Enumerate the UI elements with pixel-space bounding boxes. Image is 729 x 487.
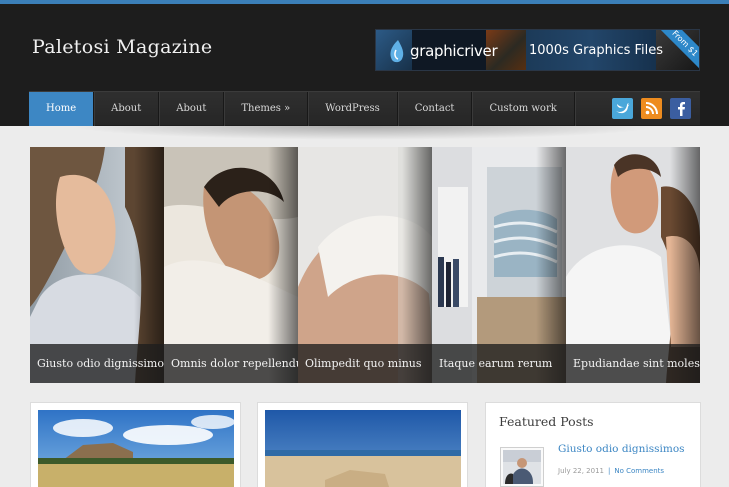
slider-panel[interactable]: Epudiandae sint molestiae (566, 147, 700, 383)
post-thumbnail[interactable] (265, 410, 461, 487)
post-comments-link[interactable]: No Comments (614, 467, 664, 475)
facebook-icon[interactable] (670, 98, 691, 119)
post-card[interactable] (257, 402, 468, 487)
slide-caption[interactable]: Giusto odio dignissimos (30, 344, 164, 383)
rss-icon[interactable] (641, 98, 662, 119)
slide-caption[interactable]: Omnis dolor repellendus (164, 344, 298, 383)
nav-item-contact[interactable]: Contact (398, 92, 473, 126)
social-links (612, 98, 691, 119)
post-thumbnail[interactable] (38, 410, 234, 487)
nav-item-themes[interactable]: Themes » (224, 92, 309, 126)
featured-post-photo (503, 450, 541, 484)
featured-post-title[interactable]: Giusto odio dignissimos (558, 443, 685, 455)
featured-post-meta: July 22, 2011 | No Comments (558, 467, 665, 475)
graphicriver-logo-icon (390, 40, 404, 63)
post-date: July 22, 2011 (558, 467, 604, 475)
nav-item-custom-work[interactable]: Custom work (472, 92, 575, 126)
banner-tagline: 1000s Graphics Files (529, 43, 664, 58)
slide-caption[interactable]: Itaque earum rerum (432, 344, 566, 383)
post-card[interactable] (30, 402, 241, 487)
slider-panel[interactable]: Omnis dolor repellendus (164, 147, 298, 383)
featured-posts-widget: Featured Posts Giusto odio dignissimos J… (485, 402, 701, 487)
banner-brand: graphicriver (410, 42, 498, 60)
slide-caption[interactable]: Epudiandae sint molestiae (566, 344, 700, 383)
slider-panel[interactable]: Itaque earum rerum (432, 147, 566, 383)
slider-panel[interactable]: Giusto odio dignissimos (30, 147, 164, 383)
slide-caption[interactable]: Olimpedit quo minus (298, 344, 432, 383)
featured-slider: Giusto odio dignissimos Omnis dolor repe… (30, 147, 700, 383)
twitter-icon[interactable] (612, 98, 633, 119)
nav-item-about[interactable]: About (94, 92, 160, 126)
nav-item-wordpress[interactable]: WordPress (308, 92, 398, 126)
nav-shadow (70, 126, 660, 140)
main-navigation: Home About About Themes » WordPress Cont… (29, 91, 700, 126)
graphicriver-ad-banner[interactable]: graphicriver 1000s Graphics Files From $… (375, 29, 700, 71)
site-title[interactable]: Paletosi Magazine (32, 36, 212, 58)
nav-item-home[interactable]: Home (29, 92, 95, 126)
featured-post-thumbnail[interactable] (500, 447, 544, 487)
widget-title: Featured Posts (499, 414, 594, 429)
slider-panel[interactable]: Olimpedit quo minus (298, 147, 432, 383)
nav-item-about-2[interactable]: About (159, 92, 225, 126)
